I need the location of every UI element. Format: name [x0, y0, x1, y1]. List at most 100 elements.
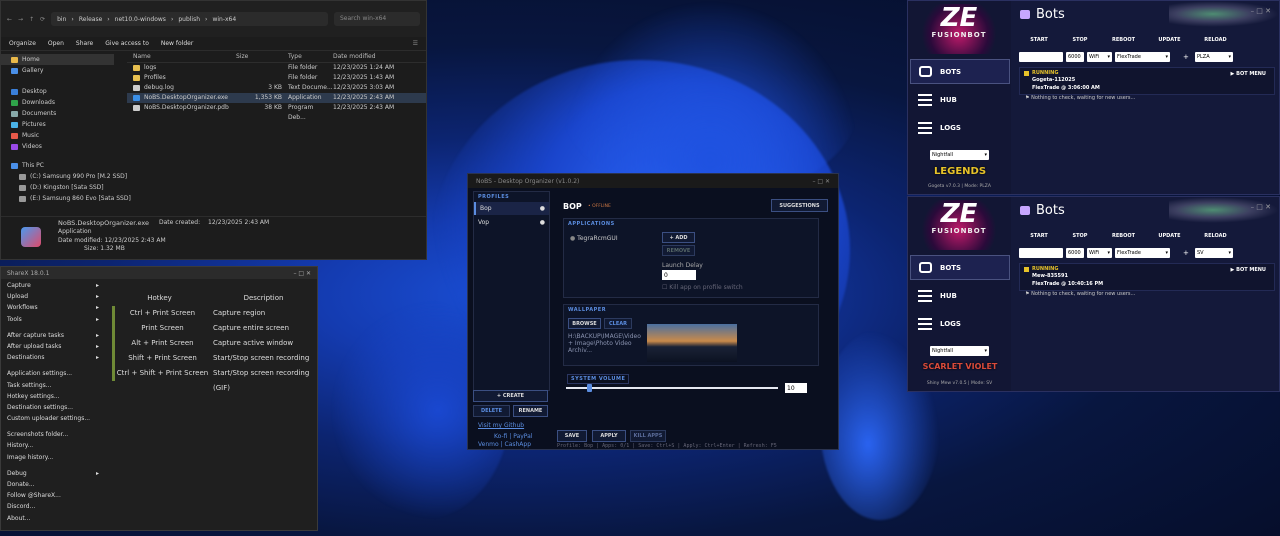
nav-hub[interactable]: HUB [910, 87, 1010, 112]
file-row[interactable]: debug.log 3 KB Text Docume... 12/23/2025 3:… [127, 83, 426, 93]
start-button[interactable]: START [1019, 230, 1059, 242]
sharex-menu-item[interactable]: Upload ▸ [1, 291, 105, 302]
port-input[interactable]: 6000 [1066, 248, 1084, 258]
kofi-link[interactable]: Ko-fi [494, 433, 507, 440]
routine-select[interactable]: FlexTrade ▾ [1115, 52, 1170, 62]
nav-logs[interactable]: LOGS [910, 115, 1010, 140]
volume-slider-track[interactable] [566, 387, 778, 389]
sharex-menu-item[interactable]: Workflows ▸ [1, 302, 105, 313]
remove-app-button[interactable]: REMOVE [662, 245, 695, 256]
add-app-button[interactable]: + ADD [662, 232, 695, 243]
up-arrow-icon[interactable]: ↑ [29, 16, 34, 23]
browse-button[interactable]: BROWSE [568, 318, 601, 329]
nav-item-music[interactable]: Music [1, 130, 114, 141]
routine-select[interactable]: FlexTrade ▾ [1115, 248, 1170, 258]
sharex-menu-item[interactable]: Destination settings... [1, 402, 105, 413]
file-row-selected[interactable]: NoBS.DesktopOrganizer.exe 1,353 KB Applica… [127, 93, 426, 103]
github-link[interactable]: Visit my Github [478, 422, 524, 429]
window-controls[interactable]: – □ ✕ [812, 178, 830, 185]
stop-button[interactable]: STOP [1060, 34, 1100, 46]
hotkey-row[interactable]: Alt + Print Screen Capture active window [112, 336, 317, 351]
app-item[interactable]: ● TegraRcmGUI [570, 235, 618, 242]
cashapp-link[interactable]: CashApp [505, 441, 532, 448]
sharex-menu-item[interactable]: Tools ▸ [1, 314, 105, 325]
nav-item-home[interactable]: Home [1, 54, 114, 65]
port-input[interactable]: 6000 [1066, 52, 1084, 62]
nav-item-pictures[interactable]: Pictures [1, 119, 114, 130]
sharex-menu-item[interactable]: Task settings... [1, 380, 105, 391]
bot-menu-button[interactable]: ▶ BOT MENU [1231, 71, 1266, 77]
reload-button[interactable]: RELOAD [1193, 34, 1238, 46]
ip-input[interactable] [1019, 248, 1063, 258]
nav-hub[interactable]: HUB [910, 283, 1010, 308]
share-button[interactable]: Share [76, 40, 93, 47]
hotkey-row[interactable]: Ctrl + Shift + Print Screen Start/Stop sc… [112, 366, 317, 392]
paypal-link[interactable]: PayPal [513, 433, 532, 440]
sharex-menu-item[interactable]: Capture ▸ [1, 280, 105, 291]
rename-profile-button[interactable]: RENAME [513, 405, 548, 417]
hotkey-row[interactable]: Print Screen Capture entire screen [112, 321, 317, 336]
window-controls[interactable]: – □ ✕ [293, 270, 311, 277]
breadcrumb-2[interactable]: net10.0-windows [115, 16, 166, 23]
reload-button[interactable]: RELOAD [1193, 230, 1238, 242]
give-access-button[interactable]: Give access to [105, 40, 149, 47]
profile-item[interactable]: Vop ● [474, 216, 549, 229]
connection-select[interactable]: WiFi ▾ [1087, 52, 1112, 62]
file-row[interactable]: Profiles File folder 12/23/2025 1:43 AM [127, 73, 426, 83]
reboot-button[interactable]: REBOOT [1101, 34, 1146, 46]
save-button[interactable]: SAVE [557, 430, 587, 442]
nav-item-downloads[interactable]: Downloads [1, 97, 114, 108]
forward-arrow-icon[interactable]: → [18, 16, 23, 23]
kill-on-switch-checkbox[interactable]: ☐ Kill app on profile switch [662, 284, 743, 291]
volume-input[interactable]: 10 [785, 383, 807, 393]
address-bar[interactable]: bin › Release › net10.0-windows › publish › … [51, 12, 328, 26]
create-profile-button[interactable]: + CREATE [473, 390, 548, 402]
launch-delay-input[interactable]: 0 [662, 270, 696, 280]
reboot-button[interactable]: REBOOT [1101, 230, 1146, 242]
sharex-menu-item[interactable]: Donate... [1, 479, 105, 490]
nav-bots[interactable]: BOTS [910, 59, 1010, 84]
sharex-menu-item[interactable]: After upload tasks ▸ [1, 341, 105, 352]
sharex-menu-item[interactable]: After capture tasks ▸ [1, 330, 105, 341]
new-folder-button[interactable]: New folder [161, 40, 193, 47]
profile-item[interactable]: Bop ● [474, 202, 549, 215]
volume-slider-thumb[interactable] [587, 384, 593, 392]
back-arrow-icon[interactable]: ← [7, 16, 12, 23]
column-type[interactable]: Type [288, 51, 333, 62]
suggestions-button[interactable]: SUGGESTIONS [771, 199, 828, 212]
nav-bots[interactable]: BOTS [910, 255, 1010, 280]
sharex-menu-item[interactable]: Screenshots folder... [1, 429, 105, 440]
stop-button[interactable]: STOP [1060, 230, 1100, 242]
bot-menu-button[interactable]: ▶ BOT MENU [1231, 267, 1266, 273]
nav-item-gallery[interactable]: Gallery [1, 65, 114, 76]
open-button[interactable]: Open [48, 40, 64, 47]
view-icon[interactable]: ☰ [413, 40, 418, 47]
kill-apps-button[interactable]: KILL APPS [630, 430, 666, 442]
sharex-menu-item[interactable]: Destinations ▸ [1, 352, 105, 363]
nav-item-documents[interactable]: Documents [1, 108, 114, 119]
organize-button[interactable]: Organize [9, 40, 36, 47]
nav-item-videos[interactable]: Videos [1, 141, 114, 152]
add-bot-button[interactable]: + [1183, 249, 1189, 257]
hotkey-row[interactable]: Shift + Print Screen Start/Stop screen re… [112, 351, 317, 366]
nav-item-drive-c[interactable]: (C:) Samsung 990 Pro [M.2 SSD] [1, 171, 127, 182]
file-row[interactable]: NoBS.DesktopOrganizer.pdb 38 KB Program De… [127, 103, 426, 121]
column-date[interactable]: Date modified [333, 51, 413, 62]
clear-button[interactable]: CLEAR [604, 318, 632, 329]
start-button[interactable]: START [1019, 34, 1059, 46]
nav-logs[interactable]: LOGS [910, 311, 1010, 336]
sharex-menu-item[interactable]: History... [1, 440, 105, 451]
file-row[interactable]: logs File folder 12/23/2025 1:24 AM [127, 63, 426, 73]
update-button[interactable]: UPDATE [1147, 230, 1192, 242]
update-button[interactable]: UPDATE [1147, 34, 1192, 46]
sharex-menu-item[interactable]: Application settings... [1, 368, 105, 379]
breadcrumb-0[interactable]: bin [57, 16, 66, 23]
sharex-menu-item[interactable]: Custom uploader settings... [1, 413, 105, 424]
game-select[interactable]: PLZA ▾ [1195, 52, 1233, 62]
breadcrumb-3[interactable]: publish [178, 16, 200, 23]
search-input[interactable]: Search win-x64 [334, 12, 420, 26]
nav-item-desktop[interactable]: Desktop [1, 86, 114, 97]
nav-item-this-pc[interactable]: This PC [1, 160, 114, 171]
column-size[interactable]: Size [232, 51, 288, 62]
connection-select[interactable]: WiFi ▾ [1087, 248, 1112, 258]
